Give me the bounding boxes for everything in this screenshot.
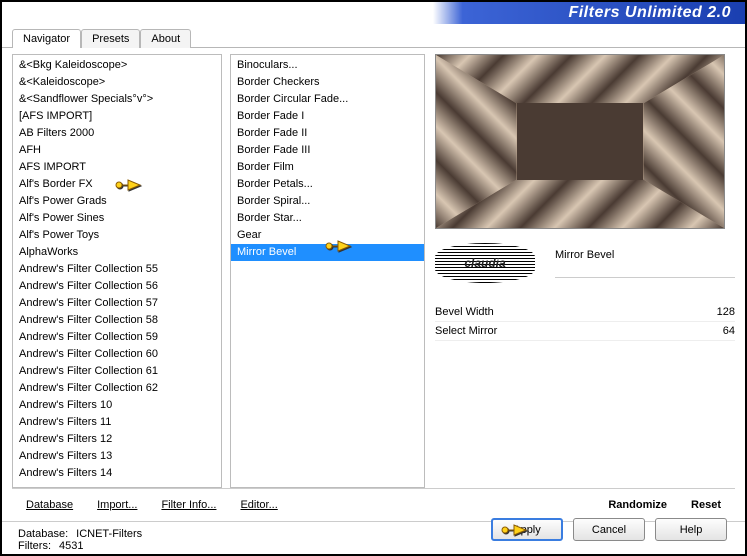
tab-navigator[interactable]: Navigator [12,29,81,48]
app-title: Filters Unlimited 2.0 [568,4,731,22]
list-item[interactable]: Border Fade I [231,108,424,125]
list-item[interactable]: Andrew's Filter Collection 58 [13,312,221,329]
author-logo: claudia [435,243,535,283]
list-item[interactable]: AFS IMPORT [13,159,221,176]
list-item[interactable]: Andrew's Filters 11 [13,414,221,431]
param-value: 64 [723,325,735,337]
tab-strip: Navigator Presets About [2,24,745,48]
editor-link[interactable]: Editor... [240,499,277,511]
status-filters-value: 4531 [59,540,83,552]
preview-image [435,54,725,229]
list-item[interactable]: [AFS IMPORT] [13,108,221,125]
list-item[interactable]: Alf's Power Grads [13,193,221,210]
list-item[interactable]: Gear [231,227,424,244]
param-row[interactable]: Bevel Width 128 [435,303,735,322]
list-item[interactable]: Binoculars... [231,57,424,74]
status-db-label: Database: [18,528,68,540]
list-item[interactable]: &<Kaleidoscope> [13,74,221,91]
list-item[interactable]: Andrew's Filters 10 [13,397,221,414]
list-item[interactable]: Border Checkers [231,74,424,91]
tab-about[interactable]: About [140,29,191,48]
parameter-panel: Bevel Width 128 Select Mirror 64 [435,303,735,341]
list-item[interactable]: Border Star... [231,210,424,227]
reset-link[interactable]: Reset [691,499,721,511]
list-item[interactable]: Border Circular Fade... [231,91,424,108]
list-item[interactable]: Andrew's Filters 14 [13,465,221,482]
list-item[interactable]: Andrew's Filter Collection 59 [13,329,221,346]
tab-presets[interactable]: Presets [81,29,140,48]
param-label: Select Mirror [435,325,497,337]
list-item[interactable]: Mirror Bevel [231,244,424,261]
list-item[interactable]: Border Spiral... [231,193,424,210]
list-item[interactable]: Border Film [231,159,424,176]
list-item[interactable]: Andrew's Filters 12 [13,431,221,448]
cancel-button[interactable]: Cancel [573,518,645,541]
list-item[interactable]: Andrew's Filter Collection 56 [13,278,221,295]
category-list[interactable]: &<Bkg Kaleidoscope>&<Kaleidoscope>&<Sand… [12,54,222,488]
apply-button[interactable]: Apply [491,518,563,541]
list-item[interactable]: Andrew's Filter Collection 62 [13,380,221,397]
status-db-value: ICNET-Filters [76,528,142,540]
list-item[interactable]: Andrew's Filter Collection 61 [13,363,221,380]
list-item[interactable]: Andrew's Filters 13 [13,448,221,465]
list-item[interactable]: Andrew's Filter Collection 60 [13,346,221,363]
randomize-link[interactable]: Randomize [608,499,667,511]
database-link[interactable]: Database [26,499,73,511]
import-link[interactable]: Import... [97,499,137,511]
filter-info-link[interactable]: Filter Info... [161,499,216,511]
list-item[interactable]: Andrew's Filter Collection 55 [13,261,221,278]
list-item[interactable]: &<Sandflower Specials°v°> [13,91,221,108]
filter-name: Mirror Bevel [555,249,735,278]
list-item[interactable]: Border Fade III [231,142,424,159]
list-item[interactable]: Border Fade II [231,125,424,142]
list-item[interactable]: Border Petals... [231,176,424,193]
dialog-buttons: Apply Cancel Help [491,518,727,541]
list-item[interactable]: Alf's Power Toys [13,227,221,244]
list-item[interactable]: AB Filters 2000 [13,125,221,142]
list-item[interactable]: Alf's Power Sines [13,210,221,227]
list-item[interactable]: Andrew's Filter Collection 57 [13,295,221,312]
status-filters-label: Filters: [18,540,51,552]
help-button[interactable]: Help [655,518,727,541]
list-item[interactable]: AlphaWorks [13,244,221,261]
toolbar: Database Import... Filter Info... Editor… [12,488,735,521]
param-value: 128 [717,306,735,318]
param-row[interactable]: Select Mirror 64 [435,322,735,341]
filter-list[interactable]: Binoculars...Border CheckersBorder Circu… [230,54,425,488]
list-item[interactable]: AFH [13,142,221,159]
list-item[interactable]: Alf's Border FX [13,176,221,193]
list-item[interactable]: &<Bkg Kaleidoscope> [13,57,221,74]
titlebar: Filters Unlimited 2.0 [2,2,745,24]
param-label: Bevel Width [435,306,494,318]
